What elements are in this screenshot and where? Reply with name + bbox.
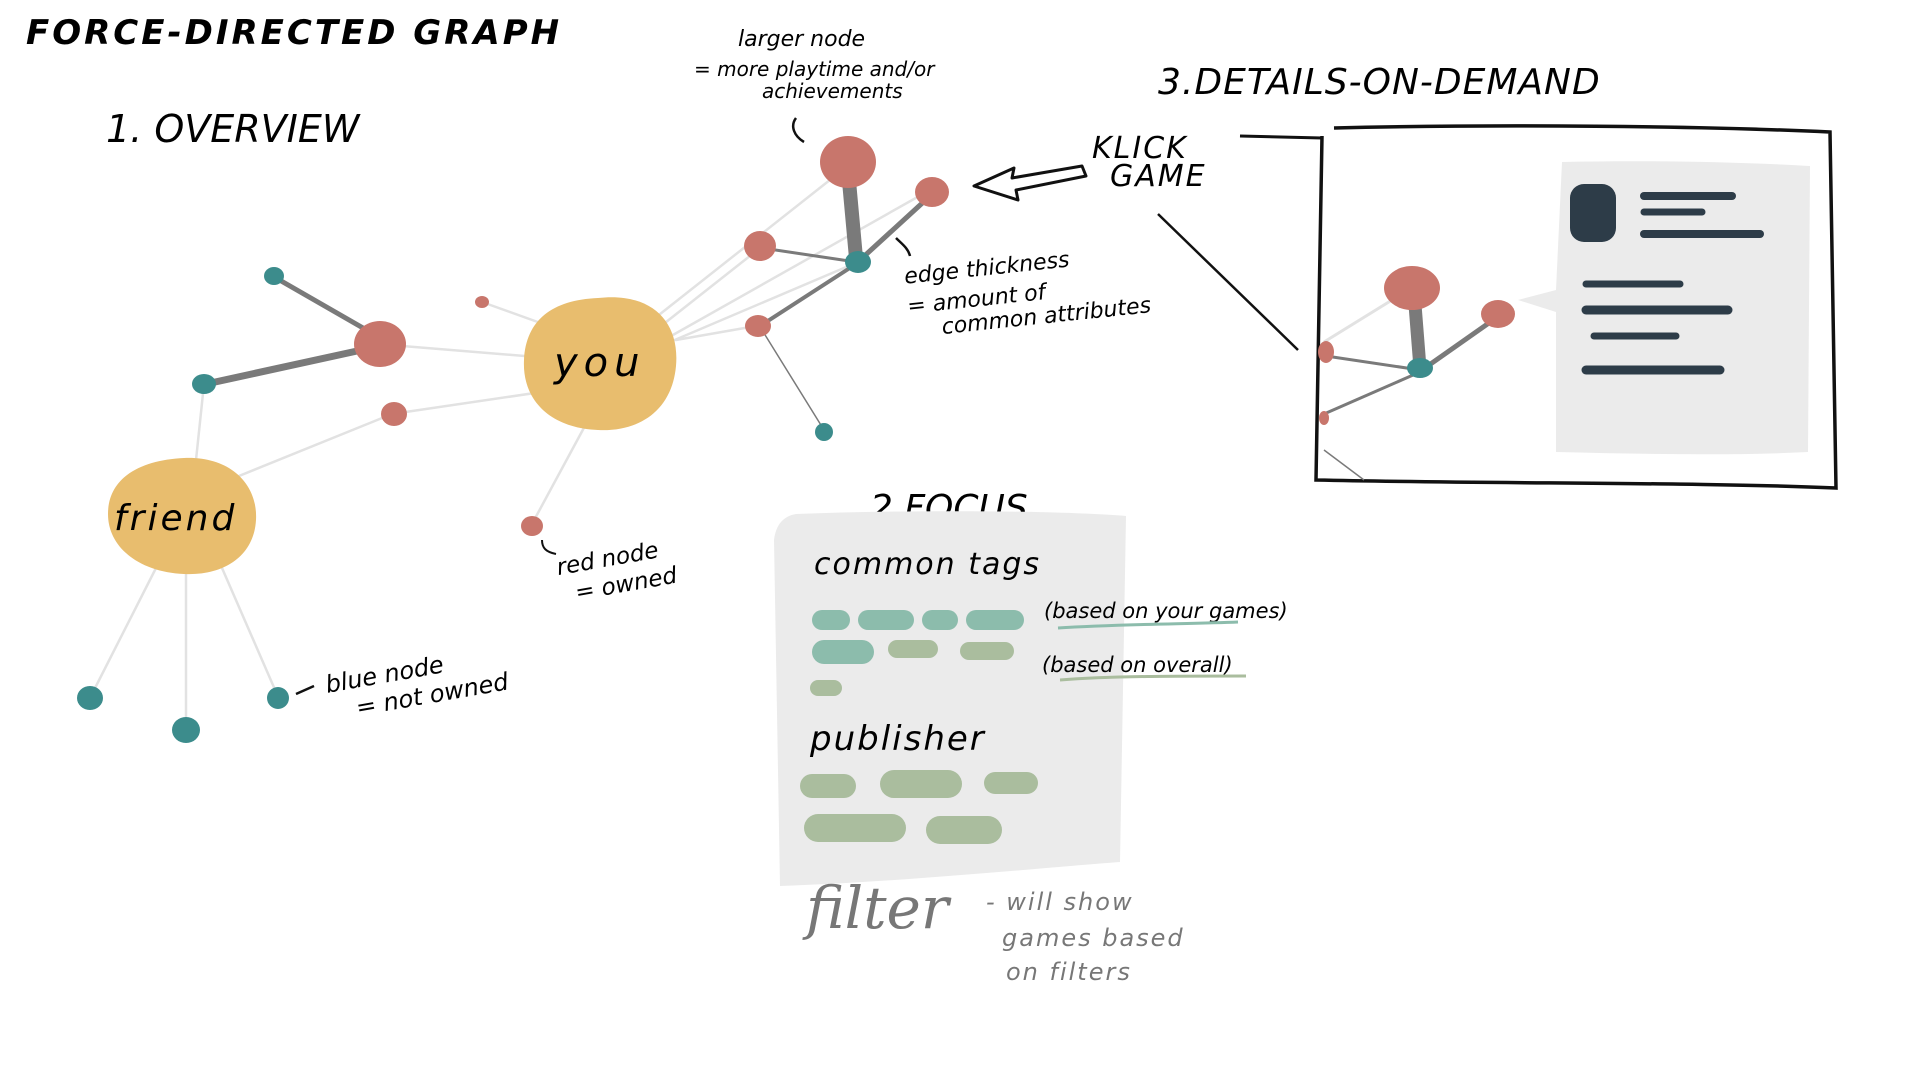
edge-mid-hub-left bbox=[760, 246, 858, 264]
tag-teal-4 bbox=[966, 610, 1024, 630]
detail-edge-left bbox=[1325, 354, 1421, 372]
pointer-red-node bbox=[541, 539, 557, 555]
pointer-blue-node bbox=[295, 684, 315, 696]
not-owned-node-top-left bbox=[264, 267, 284, 285]
note-click-game-line-2: GAME bbox=[1110, 159, 1207, 194]
tag-green-2 bbox=[960, 642, 1014, 660]
not-owned-node-friend-leaf-1 bbox=[77, 686, 103, 710]
edge-thin-red-teal bbox=[761, 329, 825, 431]
sketch-canvas: FORCE-DIRECTED GRAPH 1. OVERVIEW you fri… bbox=[26, 13, 1838, 986]
detail-node-hub bbox=[1407, 358, 1433, 378]
detail-edge-light-1 bbox=[1323, 298, 1393, 344]
filter-note-line-3: on filters bbox=[1006, 958, 1132, 986]
publisher-blob-4 bbox=[804, 814, 906, 842]
edge-thick-red-teal bbox=[202, 342, 384, 388]
note-based-on-your-games: (based on your games) bbox=[1044, 599, 1288, 623]
publisher-blob-2 bbox=[880, 770, 962, 798]
focus-publisher-heading: publisher bbox=[809, 719, 986, 759]
edge-you-cluster-2 bbox=[654, 246, 762, 332]
owned-node-overview-bottom bbox=[521, 516, 543, 536]
owned-node-cluster-large bbox=[820, 136, 876, 188]
publisher-blob-1 bbox=[800, 774, 856, 798]
note-larger-node-line-2: = more playtime and/or bbox=[694, 57, 936, 81]
edge-friend-teal-top bbox=[194, 382, 206, 462]
detail-edge-lower bbox=[1323, 370, 1421, 416]
zoom-line-top bbox=[1239, 134, 1323, 140]
note-edge-thickness-line-1: edge thickness bbox=[903, 247, 1071, 289]
you-node-label: you bbox=[553, 340, 646, 386]
edge-friend-node-b bbox=[232, 412, 394, 480]
friend-node-label: friend bbox=[114, 498, 237, 539]
tag-green-3 bbox=[810, 680, 842, 696]
note-red-node: red node = owned bbox=[555, 538, 680, 607]
note-larger-node: larger node = more playtime and/or achie… bbox=[694, 27, 936, 103]
not-owned-node-hub bbox=[845, 251, 871, 273]
not-owned-node-cluster-bottom bbox=[815, 423, 833, 441]
publisher-blob-5 bbox=[926, 816, 1002, 844]
focus-common-tags-heading: common tags bbox=[814, 547, 1041, 582]
publisher-blob-3 bbox=[984, 772, 1038, 794]
owned-node-overview-tiny bbox=[475, 296, 489, 308]
detail-zoomed-cluster bbox=[1318, 266, 1515, 481]
pointer-edge-thickness bbox=[895, 237, 912, 257]
owned-node-overview-mid bbox=[381, 402, 407, 426]
edge-mid-red-teal bbox=[273, 275, 373, 335]
filter-note-line-1: - will show bbox=[986, 888, 1134, 916]
tag-teal-2 bbox=[858, 610, 914, 630]
click-arrow-icon bbox=[972, 164, 1088, 202]
owned-node-cluster-lower bbox=[745, 315, 771, 337]
section-details-label: 3.DETAILS-ON-DEMAND bbox=[1158, 62, 1601, 103]
detail-node-right bbox=[1481, 300, 1515, 328]
note-click-game: KLICK GAME bbox=[1092, 131, 1207, 194]
detail-edge-right bbox=[1420, 315, 1498, 373]
zoom-line-bottom bbox=[1157, 213, 1299, 351]
owned-node-cluster-right bbox=[915, 177, 949, 207]
detail-edge-light-2 bbox=[1323, 449, 1365, 481]
note-larger-node-line-1: larger node bbox=[738, 27, 865, 52]
edge-mid-hub-lower bbox=[758, 262, 858, 328]
diagram-title: FORCE-DIRECTED GRAPH bbox=[26, 13, 562, 53]
filter-note: - will show games based on filters bbox=[986, 888, 1185, 986]
pointer-larger-node bbox=[792, 117, 805, 144]
note-blue-node: blue node = not owned bbox=[323, 650, 511, 721]
owned-node-overview-large bbox=[354, 321, 406, 367]
edge-mid-hub-right bbox=[857, 193, 933, 263]
tag-teal-1 bbox=[812, 610, 850, 630]
detail-node-left bbox=[1318, 341, 1334, 363]
edge-friend-leaf-3 bbox=[220, 566, 278, 694]
not-owned-node-friend-top bbox=[192, 374, 216, 394]
note-larger-node-line-3: achievements bbox=[762, 79, 903, 103]
not-owned-node-friend-leaf-3 bbox=[267, 687, 289, 709]
not-owned-node-friend-leaf-2 bbox=[172, 717, 200, 743]
note-based-on-overall: (based on overall) bbox=[1042, 653, 1233, 677]
tag-green-1 bbox=[888, 640, 938, 658]
filter-note-line-2: games based bbox=[1002, 924, 1185, 952]
detail-node-lower bbox=[1319, 411, 1329, 425]
detail-node-large bbox=[1384, 266, 1440, 310]
section-overview-label: 1. OVERVIEW bbox=[106, 107, 361, 151]
note-edge-thickness: edge thickness = amount of common attrib… bbox=[903, 247, 1152, 340]
filter-label: filter bbox=[802, 874, 952, 942]
edge-you-cluster-3 bbox=[662, 188, 932, 342]
edge-you-red-bottom bbox=[530, 422, 588, 526]
owned-node-cluster-left bbox=[744, 231, 776, 261]
tag-teal-5 bbox=[812, 640, 874, 664]
detail-card-image-icon bbox=[1570, 184, 1616, 242]
edge-friend-leaf-1 bbox=[90, 566, 158, 696]
tag-teal-3 bbox=[922, 610, 958, 630]
